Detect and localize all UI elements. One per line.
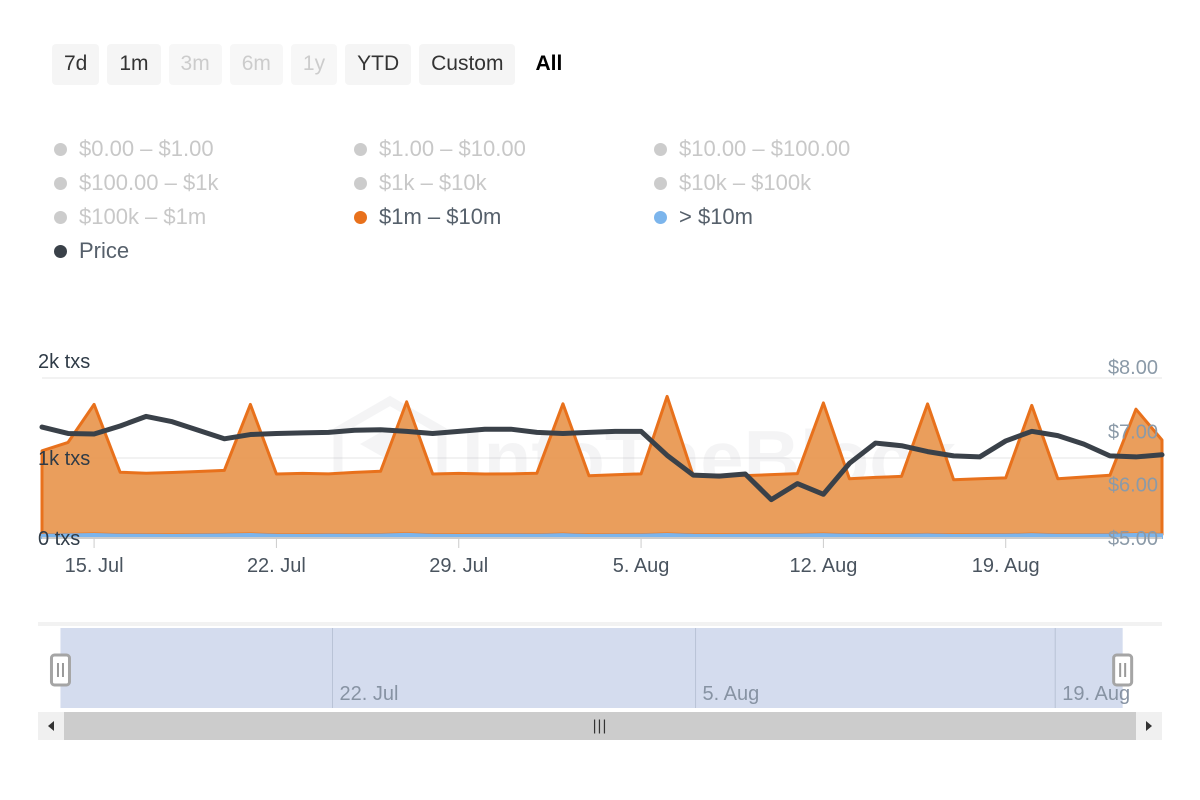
x-axis-tick-label: 19. Aug [972, 555, 1040, 577]
x-axis-tick-label: 5. Aug [613, 555, 670, 577]
navigator-svg: 22. Jul 5. Aug 19. Aug [38, 622, 1162, 708]
navigator-tick-label: 5. Aug [703, 683, 760, 705]
legend-item[interactable]: > $10m [654, 200, 954, 234]
navigator-top-band [38, 622, 1162, 626]
y-axis-right-tick-label: $8.00 [1108, 357, 1158, 379]
range-button-7d[interactable]: 7d [52, 44, 100, 85]
legend-item[interactable]: $100.00 – $1k [54, 166, 354, 200]
navigator-handle-right[interactable] [1112, 653, 1134, 687]
scrollbar-right-arrow-icon[interactable] [1136, 712, 1162, 740]
y-axis-left-tick-label: 1k txs [38, 448, 90, 470]
y-axis-right-tick-label: $6.00 [1108, 475, 1158, 497]
chart-scrollbar[interactable]: ||| [38, 712, 1162, 740]
legend-item-label: $1k – $10k [379, 170, 487, 195]
legend-item[interactable]: $10.00 – $100.00 [654, 132, 954, 166]
legend-item-label: $0.00 – $1.00 [79, 136, 214, 161]
chart-navigator[interactable]: 22. Jul 5. Aug 19. Aug [38, 620, 1162, 710]
range-button-ytd[interactable]: YTD [345, 44, 412, 85]
legend-dot-icon [54, 176, 67, 190]
legend-item[interactable]: $0.00 – $1.00 [54, 132, 354, 166]
range-button-1y: 1y [290, 44, 338, 85]
legend-item-label: $1m – $10m [379, 204, 502, 229]
range-button-3m: 3m [168, 44, 222, 85]
legend-dot-icon [654, 142, 667, 156]
legend-item-label: > $10m [679, 204, 753, 229]
navigator-selection-mask[interactable] [60, 628, 1123, 708]
chart-legend: $0.00 – $1.00 $1.00 – $10.00 $10.00 – $100… [54, 132, 1014, 268]
legend-item-label: $100.00 – $1k [79, 170, 219, 195]
chart-svg: IntoTheBlock0 txs1k txs2k txs$5.00$6.00$… [38, 351, 1165, 577]
legend-item[interactable]: Price [54, 234, 354, 268]
legend-item[interactable]: $1.00 – $10.00 [354, 132, 654, 166]
legend-dot-icon [354, 210, 367, 224]
legend-item[interactable]: $1k – $10k [354, 166, 654, 200]
scrollbar-track[interactable]: ||| [64, 712, 1136, 740]
legend-item[interactable]: $100k – $1m [54, 200, 354, 234]
legend-dot-icon [354, 176, 367, 190]
x-axis-tick-label: 22. Jul [247, 555, 306, 577]
y-axis-left-tick-label: 0 txs [38, 528, 80, 550]
range-button-1m[interactable]: 1m [107, 44, 161, 85]
legend-item[interactable]: $1m – $10m [354, 200, 654, 234]
range-button-6m: 6m [229, 44, 283, 85]
legend-dot-icon [54, 244, 67, 258]
range-selector: 7d 1m 3m 6m 1y YTD Custom All [52, 44, 574, 85]
legend-item-label: $10.00 – $100.00 [679, 136, 851, 161]
navigator-tick-label: 22. Jul [339, 683, 398, 705]
legend-dot-icon [354, 142, 367, 156]
legend-dot-icon [654, 210, 667, 224]
legend-dot-icon [54, 210, 67, 224]
legend-item-label: $100k – $1m [79, 204, 207, 229]
scrollbar-left-arrow-icon[interactable] [38, 712, 64, 740]
y-axis-right-tick-label: $7.00 [1108, 421, 1158, 443]
range-button-custom[interactable]: Custom [419, 44, 516, 85]
y-axis-right-tick-label: $5.00 [1108, 528, 1158, 550]
x-axis-tick-label: 29. Jul [429, 555, 488, 577]
main-chart[interactable]: IntoTheBlock 0 txs 1k txs 2k txs $5.00 $6.00 $… [0, 330, 1200, 600]
legend-dot-icon [54, 142, 67, 156]
range-button-all[interactable]: All [523, 44, 574, 85]
x-axis-tick-label: 12. Aug [789, 555, 857, 577]
y-axis-left-tick-label: 2k txs [38, 351, 90, 373]
legend-item-label: Price [79, 238, 130, 263]
navigator-handle-left[interactable] [49, 653, 71, 687]
chart-page: 7d 1m 3m 6m 1y YTD Custom All $0.00 – $1.00 $1.0… [0, 0, 1200, 800]
x-axis-tick-label: 15. Jul [65, 555, 124, 577]
legend-item-label: $1.00 – $10.00 [379, 136, 526, 161]
scrollbar-grip[interactable]: ||| [593, 719, 608, 734]
legend-dot-icon [654, 176, 667, 190]
legend-item-label: $10k – $100k [679, 170, 812, 195]
legend-item[interactable]: $10k – $100k [654, 166, 954, 200]
